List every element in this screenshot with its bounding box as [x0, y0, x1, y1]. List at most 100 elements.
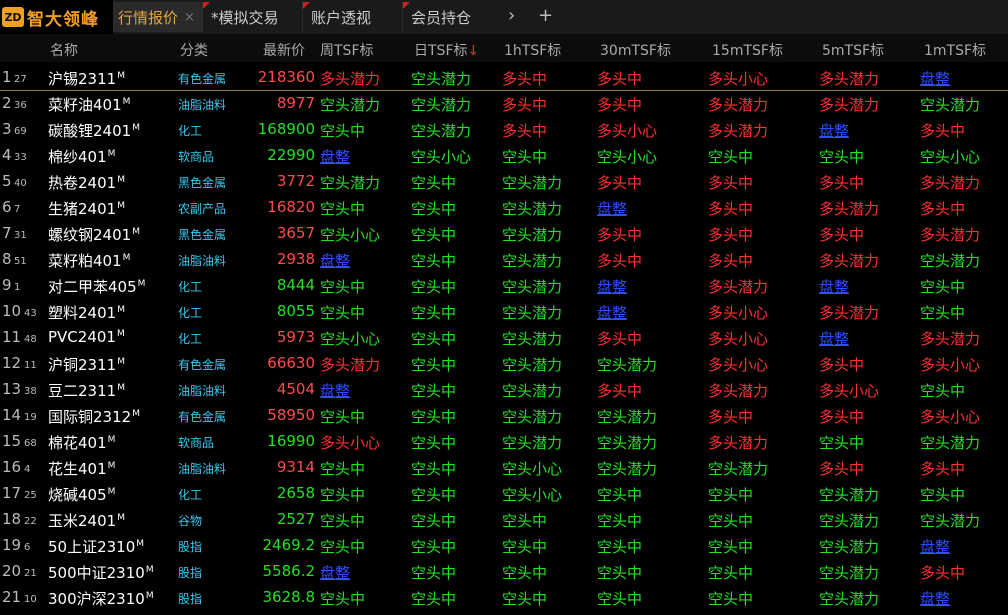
tsf-signal-15m: 多头潜力 [708, 278, 769, 296]
contract-category: 软商品 [178, 150, 215, 164]
main-contract-marker: M [145, 565, 154, 575]
col-name[interactable]: 名称 [50, 40, 78, 60]
contract-category: 化工 [178, 306, 203, 320]
contract-name[interactable]: 花生401M [48, 458, 115, 479]
table-row[interactable]: 1 27 沪锡2311M 有色金属 218360 多头潜力 空头潜力 多头中 多头中 多头小心 多头… [0, 64, 1008, 91]
col-15m-tsf[interactable]: 15mTSF标 [712, 40, 783, 60]
contract-name[interactable]: 塑料2401M [48, 302, 125, 323]
table-row[interactable]: 16 4 花生401M 油脂油料 9314 空头中 空头中 空头小心 空头潜力 空头潜力 多头中 多头… [0, 454, 1008, 480]
table-row[interactable]: 9 1 对二甲苯405M 化工 8444 空头中 空头中 空头潜力 盘整 多头潜力 盘整 空头中 [0, 272, 1008, 298]
table-row[interactable]: 17 25 烧碱405M 化工 2658 空头中 空头中 空头小心 空头中 空头中 空头潜力 空头中 [0, 480, 1008, 506]
tsf-signal-day: 空头中 [411, 226, 457, 244]
tsf-signal-30m: 多头中 [597, 226, 643, 244]
tsf-signal-30m: 空头潜力 [597, 434, 658, 452]
latest-price: 8055 [276, 302, 315, 320]
tab-quotes[interactable]: 行情报价 × [113, 2, 202, 32]
table-row[interactable]: 14 19 国际铜2312M 有色金属 58950 空头中 空头中 空头潜力 空头潜力 多头中 多头… [0, 402, 1008, 428]
table-row[interactable]: 10 43 塑料2401M 化工 8055 空头中 空头中 空头潜力 盘整 多头小心 多头潜力 空头中 [0, 298, 1008, 324]
close-icon[interactable]: × [184, 10, 195, 25]
contract-name[interactable]: 对二甲苯405M [48, 276, 145, 297]
col-5m-tsf[interactable]: 5mTSF标 [822, 40, 884, 60]
contract-name[interactable]: 生猪2401M [48, 198, 125, 219]
contract-name[interactable]: 500中证2310M [48, 562, 154, 583]
contract-name[interactable]: PVC2401M [48, 328, 125, 346]
table-row[interactable]: 8 51 菜籽粕401M 油脂油料 2938 盘整 空头中 空头潜力 多头中 多头中 多头潜力 空头潜… [0, 246, 1008, 272]
table-row[interactable]: 2 36 菜籽油401M 油脂油料 8977 空头潜力 空头潜力 多头中 多头中 多头潜力 多头潜力… [0, 90, 1008, 116]
contract-name[interactable]: 玉米2401M [48, 510, 125, 531]
tsf-signal-15m: 多头小心 [708, 330, 769, 348]
tsf-signal-30m: 空头中 [597, 590, 643, 608]
contract-name[interactable]: 棉纱401M [48, 146, 115, 167]
row-index: 2 [2, 94, 12, 112]
contract-category: 化工 [178, 488, 203, 502]
latest-price: 8977 [276, 94, 315, 112]
table-row[interactable]: 3 69 碳酸锂2401M 化工 168900 空头中 空头潜力 多头中 多头小心 多头潜力 盘整 多… [0, 116, 1008, 142]
contract-name[interactable]: 菜籽油401M [48, 94, 130, 115]
contract-name[interactable]: 300沪深2310M [48, 588, 154, 609]
tsf-signal-30m: 空头潜力 [597, 460, 658, 478]
chevron-right-icon[interactable]: › [508, 5, 515, 26]
table-row[interactable]: 5 40 热卷2401M 黑色金属 3772 空头潜力 空头中 空头潜力 多头中 多头中 多头中 多头… [0, 168, 1008, 194]
row-index: 17 [2, 484, 22, 502]
contract-category: 黑色金属 [178, 228, 227, 242]
table-row[interactable]: 20 21 500中证2310M 股指 5586.2 盘整 空头中 空头中 空头中 空头中 空头潜力… [0, 558, 1008, 584]
contract-name[interactable]: 沪锡2311M [48, 68, 125, 89]
tsf-signal-1h: 空头潜力 [502, 382, 563, 400]
col-category[interactable]: 分类 [180, 40, 208, 60]
col-price[interactable]: 最新价 [263, 40, 305, 60]
tsf-signal-week: 空头中 [320, 486, 366, 504]
app-logo: ZD 智大领峰 [0, 0, 113, 34]
tab-simulated-trading[interactable]: *模拟交易 [202, 2, 301, 32]
contract-name[interactable]: 沪铜2311M [48, 354, 125, 375]
tsf-signal-1m: 盘整 [920, 538, 951, 556]
contract-name[interactable]: 50上证2310M [48, 536, 144, 557]
tsf-signal-week: 空头中 [320, 200, 366, 218]
contract-name[interactable]: 豆二2311M [48, 380, 125, 401]
latest-price: 168900 [257, 120, 315, 138]
tsf-signal-30m: 多头中 [597, 70, 643, 88]
contract-name[interactable]: 菜籽粕401M [48, 250, 130, 271]
row-sub-number: 21 [24, 568, 37, 579]
col-week-tsf[interactable]: 周TSF标 [320, 40, 374, 60]
tsf-signal-5m: 盘整 [819, 278, 850, 296]
table-row[interactable]: 13 38 豆二2311M 油脂油料 4504 盘整 空头中 空头潜力 多头中 多头潜力 多头小心 空… [0, 376, 1008, 402]
logo-icon: ZD [2, 7, 24, 27]
col-1m-tsf[interactable]: 1mTSF标 [924, 40, 986, 60]
tsf-signal-15m: 多头潜力 [708, 96, 769, 114]
contract-name[interactable]: 棉花401M [48, 432, 115, 453]
table-row[interactable]: 18 22 玉米2401M 谷物 2527 空头中 空头中 空头中 空头中 空头中 空头潜力 空头潜力 [0, 506, 1008, 532]
table-row[interactable]: 12 11 沪铜2311M 有色金属 66630 多头潜力 空头中 空头潜力 空头潜力 多头小心 多… [0, 350, 1008, 376]
tsf-signal-week: 空头中 [320, 538, 366, 556]
row-sub-number: 6 [24, 542, 31, 553]
tsf-signal-15m: 多头潜力 [708, 122, 769, 140]
tsf-signal-day: 空头中 [411, 408, 457, 426]
contract-name[interactable]: 热卷2401M [48, 172, 125, 193]
tab-account-view[interactable]: 账户透视 [302, 2, 401, 32]
col-30m-tsf[interactable]: 30mTSF标 [600, 40, 671, 60]
contract-category: 谷物 [178, 514, 203, 528]
latest-price: 3657 [276, 224, 315, 242]
contract-name[interactable]: 烧碱405M [48, 484, 115, 505]
tsf-signal-30m: 多头中 [597, 96, 643, 114]
table-row[interactable]: 7 31 螺纹钢2401M 黑色金属 3657 空头小心 空头中 空头潜力 多头中 多头中 多头中 多… [0, 220, 1008, 246]
row-sub-number: 22 [24, 516, 37, 527]
tsf-signal-5m: 空头潜力 [819, 538, 880, 556]
col-day-tsf[interactable]: 日TSF标↓ [414, 40, 479, 60]
add-tab-icon[interactable]: + [538, 5, 553, 26]
table-row[interactable]: 4 33 棉纱401M 软商品 22990 盘整 空头小心 空头中 空头小心 空头中 空头中 空头小心 [0, 142, 1008, 168]
table-row[interactable]: 11 48 PVC2401M 化工 5973 空头小心 空头中 空头潜力 多头中 多头小心 盘整 多头… [0, 324, 1008, 350]
contract-name[interactable]: 国际铜2312M [48, 406, 140, 427]
table-row[interactable]: 6 7 生猪2401M 农副产品 16820 空头中 空头中 空头潜力 盘整 多头中 多头潜力 多头中 [0, 194, 1008, 220]
tsf-signal-1m: 多头小心 [920, 356, 981, 374]
row-sub-number: 10 [24, 594, 37, 605]
row-sub-number: 43 [24, 308, 37, 319]
tab-member-positions[interactable]: 会员持仓 [402, 2, 499, 32]
table-row[interactable]: 21 10 300沪深2310M 股指 3628.8 空头中 空头中 空头中 空头中 空头中 空头潜… [0, 584, 1008, 610]
tsf-signal-1h: 空头小心 [502, 460, 563, 478]
table-row[interactable]: 15 68 棉花401M 软商品 16990 多头小心 空头中 空头潜力 空头潜力 多头潜力 空头中… [0, 428, 1008, 454]
contract-name[interactable]: 螺纹钢2401M [48, 224, 140, 245]
table-row[interactable]: 19 6 50上证2310M 股指 2469.2 空头中 空头中 空头中 空头中 空头中 空头潜力盘… [0, 532, 1008, 558]
contract-name[interactable]: 碳酸锂2401M [48, 120, 140, 141]
col-1h-tsf[interactable]: 1hTSF标 [504, 40, 561, 60]
contract-category: 股指 [178, 540, 203, 554]
